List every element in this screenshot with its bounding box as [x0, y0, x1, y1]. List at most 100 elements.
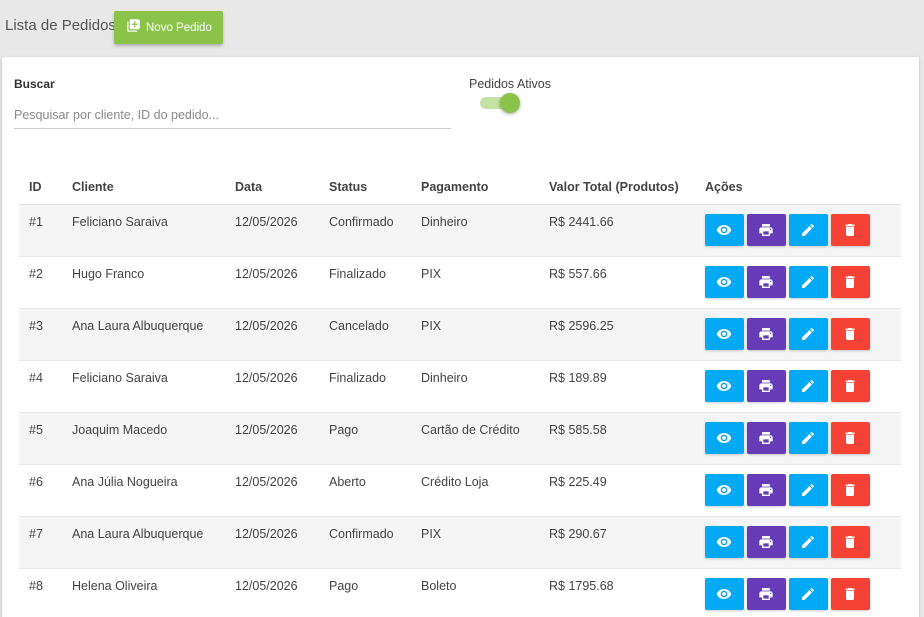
order-date: 12/05/2026 [235, 214, 298, 229]
delete-button[interactable] [831, 525, 870, 558]
view-button[interactable] [705, 265, 744, 298]
edit-button[interactable] [789, 213, 828, 246]
print-button[interactable] [747, 473, 786, 506]
edit-button[interactable] [789, 369, 828, 402]
client-name: Feliciano Saraiva [72, 370, 168, 385]
table-row: #2 Hugo Franco 12/05/2026 Finalizado PIX R$ 5… [19, 256, 901, 308]
header-col-id: ID [19, 171, 62, 205]
print-icon [759, 587, 773, 600]
delete-button[interactable] [831, 577, 870, 610]
print-button[interactable] [747, 317, 786, 350]
header-col-valor: Valor Total (Produtos) [539, 171, 695, 205]
header-col-status: Status [319, 171, 411, 205]
edit-button[interactable] [789, 525, 828, 558]
order-total: R$ 557.66 [549, 266, 607, 281]
order-id: #5 [29, 422, 43, 437]
order-id: #1 [29, 214, 43, 229]
header-col-data: Data [225, 171, 319, 205]
pencil-icon [802, 587, 815, 600]
eye-icon [716, 276, 732, 287]
pencil-icon [802, 431, 815, 444]
order-status: Aberto [329, 474, 366, 489]
eye-icon [716, 588, 732, 599]
header-col-pagamento: Pagamento [411, 171, 539, 205]
edit-button[interactable] [789, 577, 828, 610]
view-button[interactable] [705, 525, 744, 558]
order-id: #2 [29, 266, 43, 281]
table-row: #3 Ana Laura Albuquerque 12/05/2026 Cancela… [19, 308, 901, 360]
client-name: Joaquim Macedo [72, 422, 168, 437]
order-total: R$ 225.49 [549, 474, 607, 489]
active-orders-label: Pedidos Ativos [469, 77, 551, 91]
order-total: R$ 290.67 [549, 526, 607, 541]
delete-button[interactable] [831, 369, 870, 402]
eye-icon [716, 432, 732, 443]
delete-button[interactable] [831, 421, 870, 454]
add-box-icon [127, 19, 140, 32]
print-icon [759, 379, 773, 392]
order-status: Confirmado [329, 214, 394, 229]
order-date: 12/05/2026 [235, 422, 298, 437]
view-button[interactable] [705, 317, 744, 350]
row-actions [695, 360, 901, 412]
row-actions [695, 412, 901, 464]
order-total: R$ 585.58 [549, 422, 607, 437]
table-body: #1 Feliciano Saraiva 12/05/2026 Confirmado D… [19, 204, 901, 617]
print-icon [759, 483, 773, 496]
table-row: #1 Feliciano Saraiva 12/05/2026 Confirmado D… [19, 204, 901, 256]
client-name: Feliciano Saraiva [72, 214, 168, 229]
edit-button[interactable] [789, 473, 828, 506]
header-col-cliente: Cliente [62, 171, 225, 205]
client-name: Ana Laura Albuquerque [72, 526, 204, 541]
order-status: Cancelado [329, 318, 389, 333]
pencil-icon [802, 379, 815, 392]
client-name: Helena Oliveira [72, 578, 158, 593]
order-total: R$ 189.89 [549, 370, 607, 385]
row-actions [695, 256, 901, 308]
order-status: Pago [329, 422, 359, 437]
print-icon [759, 275, 773, 288]
active-orders-toggle[interactable] [480, 93, 522, 113]
trash-icon [845, 587, 855, 600]
print-button[interactable] [747, 577, 786, 610]
pencil-icon [802, 223, 815, 236]
delete-button[interactable] [831, 213, 870, 246]
print-button[interactable] [747, 265, 786, 298]
pencil-icon [802, 327, 815, 340]
view-button[interactable] [705, 473, 744, 506]
table-row: #6 Ana Júlia Nogueira 12/05/2026 Aberto Créd… [19, 464, 901, 516]
order-date: 12/05/2026 [235, 266, 298, 281]
trash-icon [845, 275, 855, 288]
edit-button[interactable] [789, 317, 828, 350]
print-button[interactable] [747, 421, 786, 454]
view-button[interactable] [705, 213, 744, 246]
payment-method: Dinheiro [421, 214, 468, 229]
view-button[interactable] [705, 577, 744, 610]
view-button[interactable] [705, 421, 744, 454]
print-button[interactable] [747, 213, 786, 246]
order-date: 12/05/2026 [235, 318, 298, 333]
row-actions [695, 204, 901, 256]
edit-button[interactable] [789, 265, 828, 298]
order-total: R$ 2441.66 [549, 214, 614, 229]
order-id: #3 [29, 318, 43, 333]
row-actions [695, 516, 901, 568]
delete-button[interactable] [831, 317, 870, 350]
print-button[interactable] [747, 525, 786, 558]
trash-icon [845, 483, 855, 496]
delete-button[interactable] [831, 265, 870, 298]
eye-icon [716, 380, 732, 391]
order-status: Finalizado [329, 370, 386, 385]
new-order-button[interactable]: Novo Pedido [114, 11, 223, 44]
view-button[interactable] [705, 369, 744, 402]
eye-icon [716, 536, 732, 547]
edit-button[interactable] [789, 421, 828, 454]
delete-button[interactable] [831, 473, 870, 506]
table-row: #7 Ana Laura Albuquerque 12/05/2026 Confirm… [19, 516, 901, 568]
orders-table: ID Cliente Data Status Pagamento Valor Total … [19, 171, 901, 617]
table-row: #8 Helena Oliveira 12/05/2026 Pago Boleto R$ … [19, 568, 901, 617]
print-button[interactable] [747, 369, 786, 402]
payment-method: Boleto [421, 578, 457, 593]
trash-icon [845, 535, 855, 548]
search-input[interactable] [14, 101, 451, 129]
